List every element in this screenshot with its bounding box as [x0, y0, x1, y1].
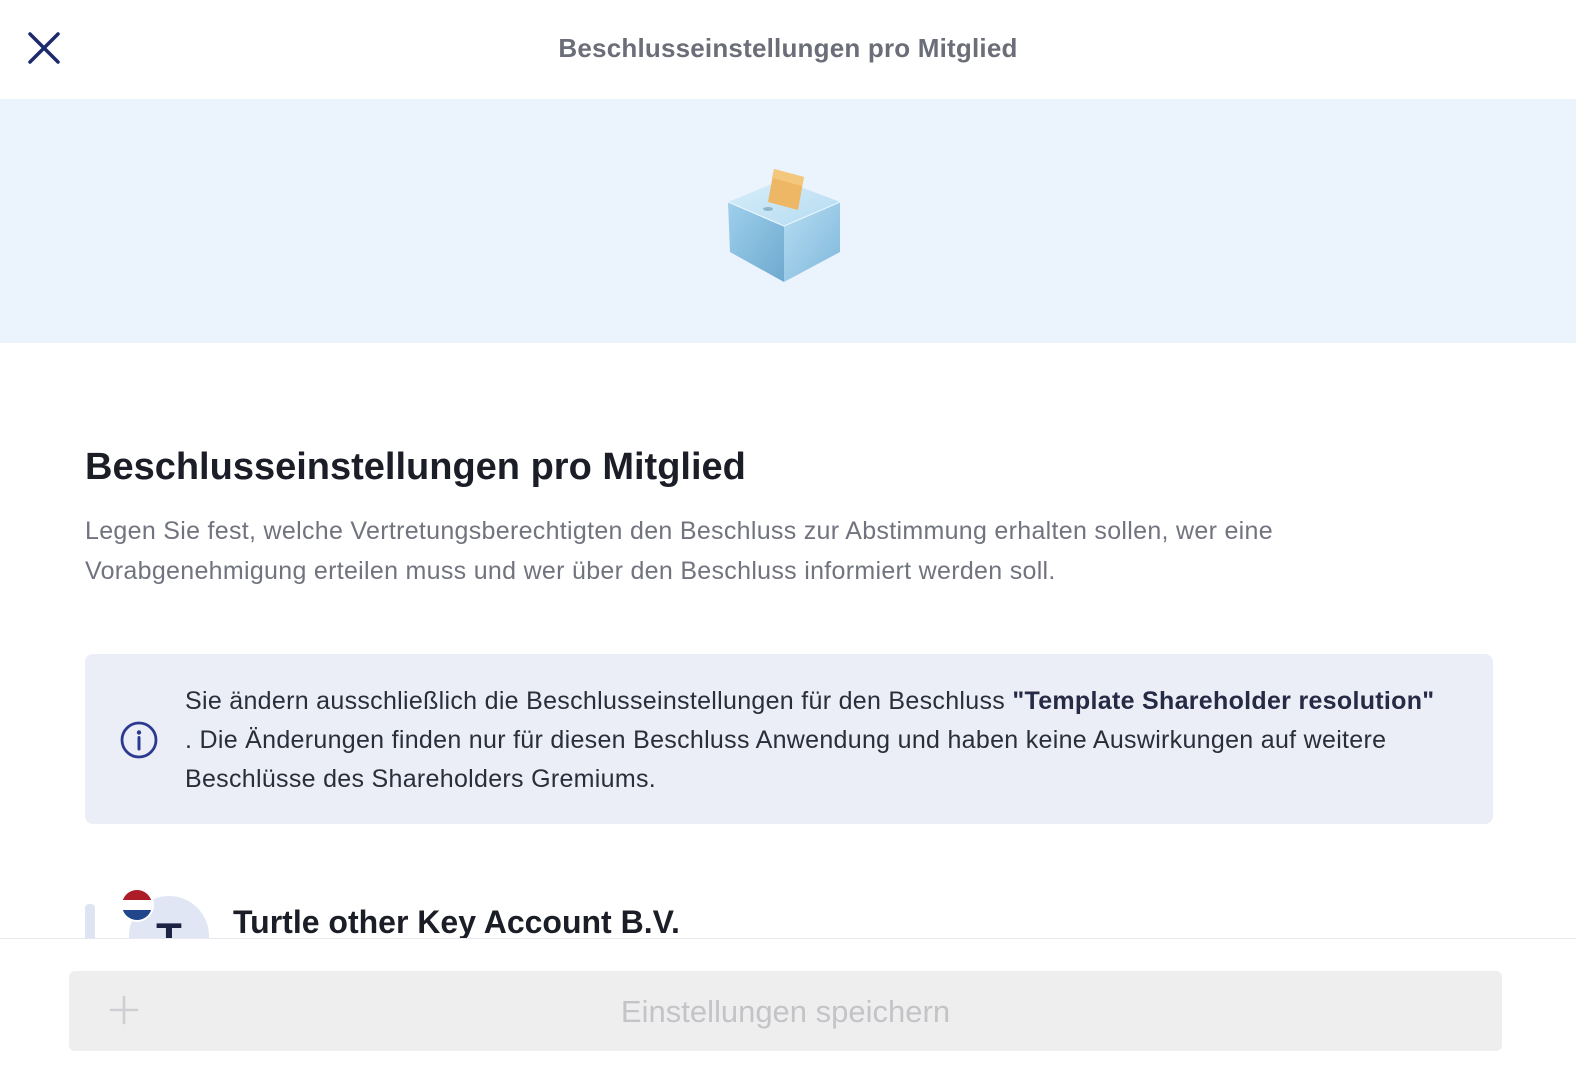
page-description: Legen Sie fest, welche Vertretungsberech…	[85, 517, 1273, 585]
notice-text: Sie ändern ausschließlich die Beschlusse…	[185, 682, 1445, 799]
resolution-name: "Template Shareholder resolution"	[1012, 687, 1435, 715]
member-accent-bar	[85, 904, 95, 940]
hero-banner	[0, 99, 1576, 343]
ballot-box-icon	[727, 169, 841, 282]
notice-text-before: Sie ändern ausschließlich die Beschlusse…	[185, 687, 1013, 715]
member-name: Turtle other Key Account B.V.	[233, 904, 680, 940]
info-notice: Sie ändern ausschließlich die Beschlusse…	[85, 654, 1493, 824]
save-settings-label: Einstellungen speichern	[620, 994, 951, 1029]
modal-footer: Einstellungen speichern	[0, 938, 1576, 1080]
modal-header: Beschlusseinstellungen pro Mitglied	[0, 0, 1576, 99]
notice-text-after: . Die Änderungen finden nur für diesen B…	[185, 726, 1387, 793]
page-title: Beschlusseinstellungen pro Mitglied	[85, 446, 746, 488]
modal-title: Beschlusseinstellungen pro Mitglied	[558, 33, 1018, 63]
save-settings-button[interactable]: Einstellungen speichern	[69, 971, 1502, 1051]
member-row[interactable]: T Turtle other Key Account B.V.	[85, 884, 1493, 940]
info-icon	[120, 721, 158, 759]
netherlands-flag-icon	[120, 888, 154, 922]
